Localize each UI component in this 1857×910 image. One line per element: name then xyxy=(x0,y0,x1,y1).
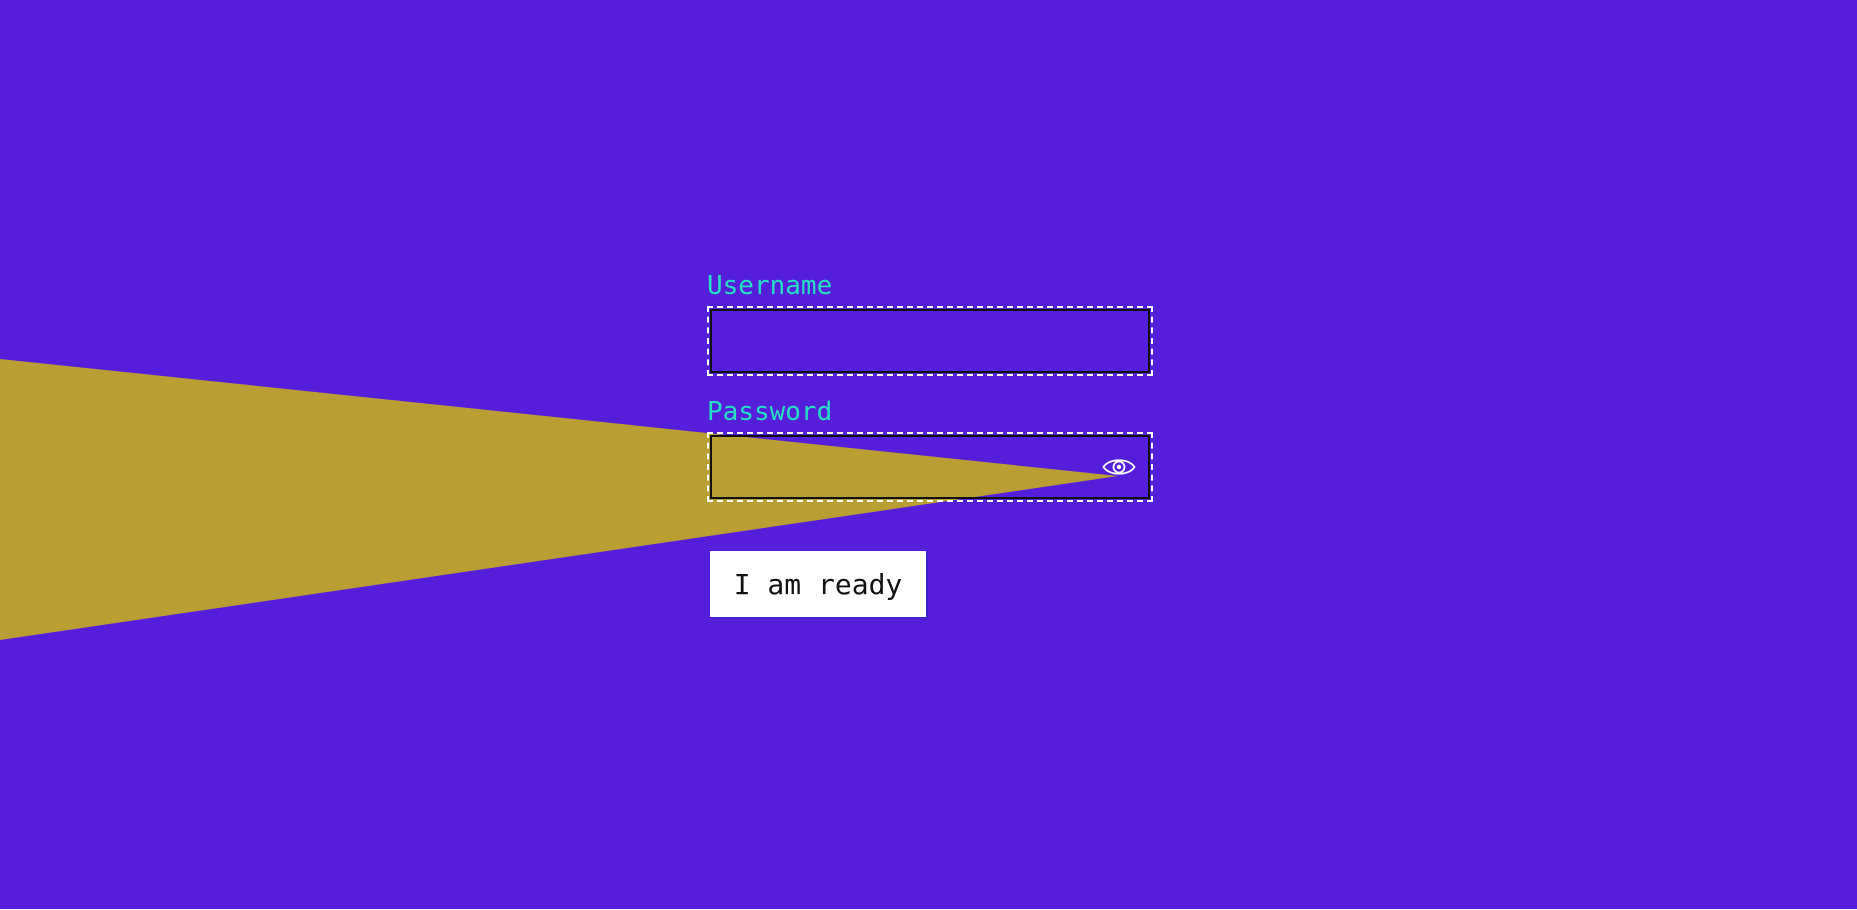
eye-icon xyxy=(1102,459,1136,475)
username-group: Username xyxy=(707,270,1153,376)
username-label: Username xyxy=(707,271,833,301)
username-focus-outline xyxy=(707,306,1153,376)
login-form: Username Password I am ready xyxy=(707,270,1153,617)
password-label: Password xyxy=(707,397,833,427)
password-focus-outline xyxy=(707,432,1153,502)
password-group: Password xyxy=(707,396,1153,502)
show-password-toggle[interactable] xyxy=(1101,452,1137,482)
username-input[interactable] xyxy=(710,309,1150,373)
password-input[interactable] xyxy=(710,435,1150,499)
submit-button[interactable]: I am ready xyxy=(710,551,926,617)
